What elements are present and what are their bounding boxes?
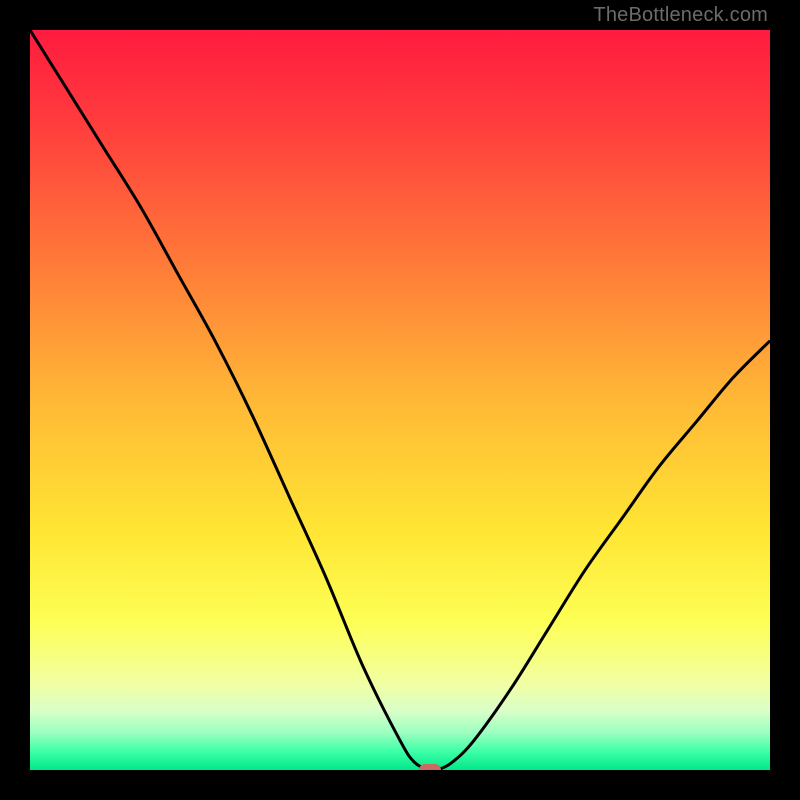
plot-area [30,30,770,770]
bottleneck-curve [30,30,770,770]
watermark-text: TheBottleneck.com [593,4,768,27]
chart-frame: TheBottleneck.com [0,0,800,800]
optimal-marker [419,764,441,770]
